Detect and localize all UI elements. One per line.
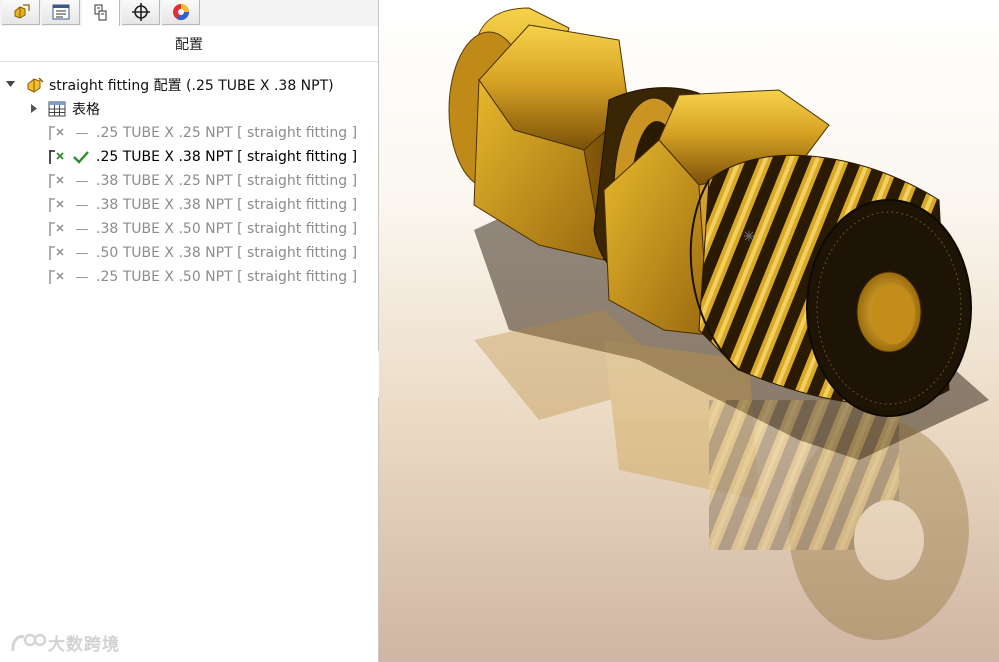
inactive-dash-icon: [76, 229, 88, 230]
expand-arrow-icon[interactable]: [31, 104, 37, 113]
configuration-manager-icon: [94, 4, 106, 21]
config-label: .38 TUBE X .38 NPT [ straight fitting ]: [96, 197, 358, 213]
config-label: .38 TUBE X .50 NPT [ straight fitting ]: [96, 221, 358, 237]
configuration-icon: [49, 246, 64, 260]
inactive-dash-icon: [76, 253, 88, 254]
watermark: 大数跨境: [10, 630, 120, 655]
inactive-dash-icon: [76, 181, 88, 182]
config-label: .38 TUBE X .25 NPT [ straight fitting ]: [96, 173, 358, 189]
panel-title: 配置: [175, 37, 203, 53]
configuration-icon: [49, 126, 64, 140]
configuration-icon: [49, 270, 64, 284]
part-icon: [27, 77, 44, 93]
watermark-logo-icon: [11, 633, 47, 651]
inactive-dash-icon: [76, 277, 88, 278]
config-label: .25 TUBE X .50 NPT [ straight fitting ]: [96, 269, 358, 285]
inactive-dash-icon: [76, 133, 88, 134]
configuration-icon: [49, 198, 64, 212]
feature-manager-icon: [14, 4, 30, 19]
config-label: .25 TUBE X .25 NPT [ straight fitting ]: [96, 125, 358, 141]
configuration-icon: [49, 174, 64, 188]
tab-dimxpert-manager[interactable]: [122, 0, 160, 25]
manager-tab-bar: [0, 0, 378, 26]
config-label: .25 TUBE X .38 NPT [ straight fitting ]: [96, 149, 358, 165]
fitting-3d-model[interactable]: [379, 0, 999, 662]
config-label: .50 TUBE X .38 NPT [ straight fitting ]: [96, 245, 358, 261]
property-manager-icon: [52, 4, 69, 20]
dimxpert-icon: [131, 3, 150, 21]
active-check-icon: [73, 151, 89, 164]
table-label: 表格: [72, 102, 100, 118]
configuration-icon: [49, 150, 64, 164]
graphics-viewport[interactable]: [379, 0, 999, 662]
inactive-dash-icon: [76, 205, 88, 206]
tab-feature-manager[interactable]: [2, 0, 40, 25]
root-config-label: straight fitting 配置 (.25 TUBE X .38 NPT): [49, 78, 334, 94]
tab-configuration-manager[interactable]: [82, 0, 120, 26]
title-divider: [0, 61, 378, 62]
table-icon: [48, 101, 66, 117]
configuration-manager-panel: 配置 straight fitting 配置 (.25 TUBE X .38 N…: [0, 0, 379, 662]
tab-property-manager[interactable]: [42, 0, 80, 25]
collapse-arrow-icon[interactable]: [6, 81, 15, 88]
watermark-text: 大数跨境: [48, 635, 120, 655]
display-manager-icon: [172, 4, 189, 21]
configuration-icon: [49, 222, 64, 236]
tab-display-manager[interactable]: [162, 0, 200, 25]
view-cursor-icon: [744, 231, 754, 241]
